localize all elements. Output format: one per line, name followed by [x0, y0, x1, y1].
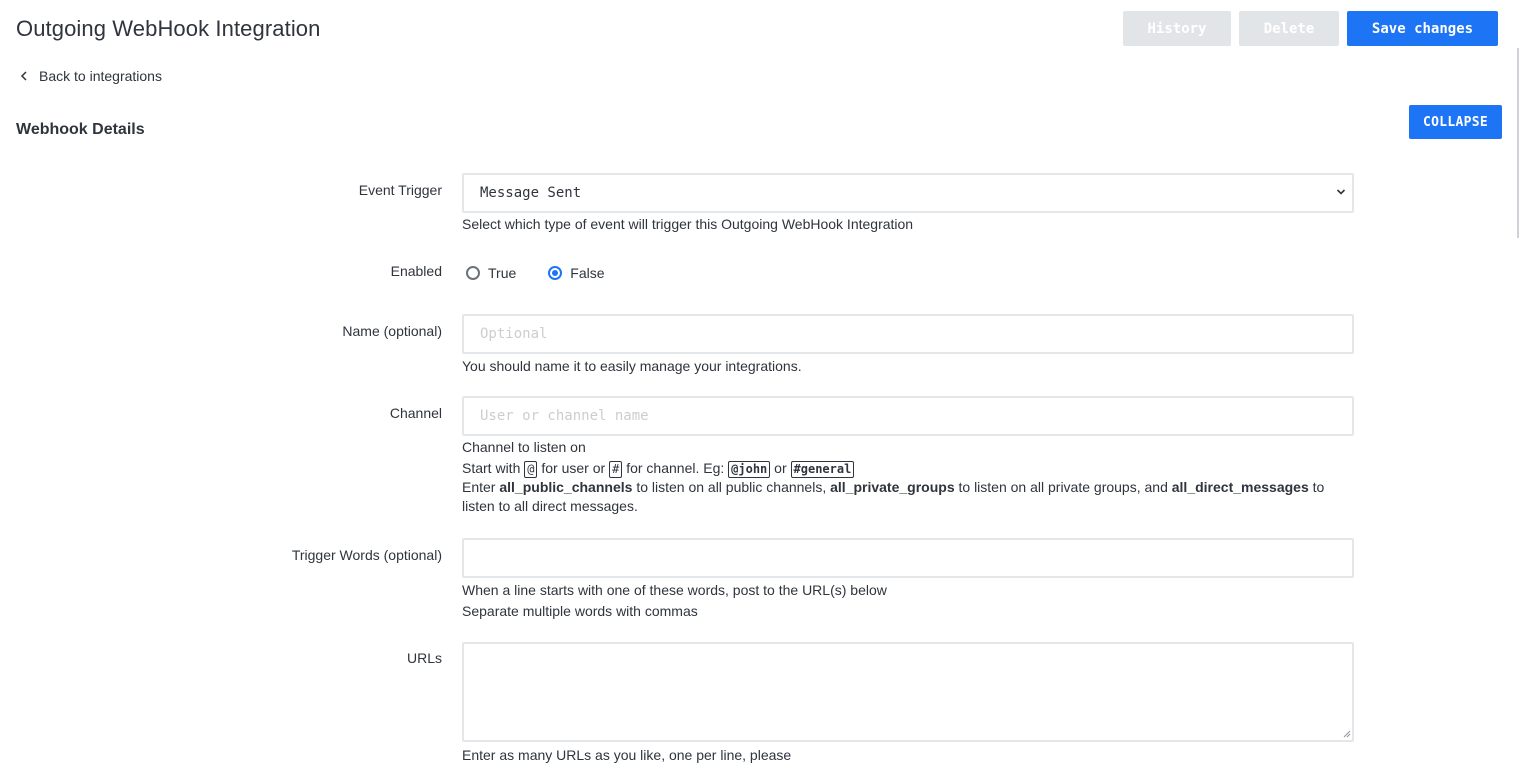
event-trigger-select-wrapper[interactable]: Message Sent: [462, 173, 1354, 213]
resize-handle-icon[interactable]: [1341, 728, 1351, 738]
urls-label: URLs: [406, 650, 442, 666]
channel-input[interactable]: [462, 396, 1354, 436]
name-input[interactable]: [462, 314, 1354, 354]
save-changes-button[interactable]: Save changes: [1347, 11, 1498, 46]
enabled-false-radio[interactable]: False: [548, 265, 605, 281]
code-hash: #: [609, 461, 623, 478]
history-button[interactable]: History: [1123, 11, 1231, 46]
event-trigger-label: Event Trigger: [358, 182, 442, 198]
page-title: Outgoing WebHook Integration: [16, 16, 321, 41]
event-trigger-select[interactable]: Message Sent: [462, 173, 1354, 213]
help-text: to listen on all private groups, and: [958, 479, 1168, 495]
radio-checked-icon[interactable]: [548, 266, 563, 280]
help-text: for channel. Eg:: [626, 460, 725, 476]
enabled-true-label: True: [488, 265, 517, 281]
keyword-public: all_public_channels: [499, 479, 633, 495]
trigger-words-help-1: When a line starts with one of these wor…: [462, 582, 887, 598]
keyword-private: all_private_groups: [830, 479, 955, 495]
help-text: for user or: [541, 460, 606, 476]
name-help: You should name it to easily manage your…: [462, 358, 802, 374]
enabled-false-label: False: [570, 265, 605, 281]
code-at: @: [524, 461, 538, 478]
enabled-label: Enabled: [390, 263, 442, 279]
enabled-true-radio[interactable]: True: [466, 265, 516, 281]
urls-help: Enter as many URLs as you like, one per …: [462, 747, 792, 763]
delete-button[interactable]: Delete: [1239, 11, 1339, 46]
urls-textarea[interactable]: [462, 642, 1354, 742]
event-trigger-help: Select which type of event will trigger …: [462, 216, 914, 232]
channel-help: Channel to listen on Start with @ for us…: [462, 438, 1354, 516]
chevron-left-icon: [20, 71, 27, 81]
collapse-button[interactable]: COLLAPSE: [1409, 105, 1502, 139]
name-label: Name (optional): [342, 323, 442, 339]
channel-help-line-1: Channel to listen on: [462, 439, 586, 455]
page-header: Outgoing WebHook Integration History Del…: [0, 0, 1519, 58]
channel-label: Channel: [389, 405, 442, 421]
code-example-user: @john: [728, 461, 771, 478]
channel-help-line-2: Start with @ for user or # for channel. …: [462, 459, 1354, 478]
back-link-label: Back to integrations: [39, 68, 162, 84]
keyword-direct: all_direct_messages: [1171, 479, 1309, 495]
trigger-words-input[interactable]: [462, 538, 1354, 578]
back-to-integrations-link[interactable]: Back to integrations: [20, 68, 162, 84]
radio-unchecked-icon[interactable]: [466, 266, 480, 280]
code-example-channel: #general: [790, 461, 855, 478]
help-text: Enter: [462, 479, 496, 495]
trigger-words-label: Trigger Words (optional): [291, 547, 442, 563]
help-text: to listen on all public channels,: [636, 479, 827, 495]
help-text: or: [774, 460, 787, 476]
trigger-words-help-2: Separate multiple words with commas: [462, 603, 698, 619]
channel-help-line-3: Enter all_public_channels to listen on a…: [462, 478, 1354, 516]
enabled-radio-group: True False: [466, 265, 637, 281]
section-title: Webhook Details: [16, 121, 145, 138]
help-text: Start with: [462, 460, 521, 476]
